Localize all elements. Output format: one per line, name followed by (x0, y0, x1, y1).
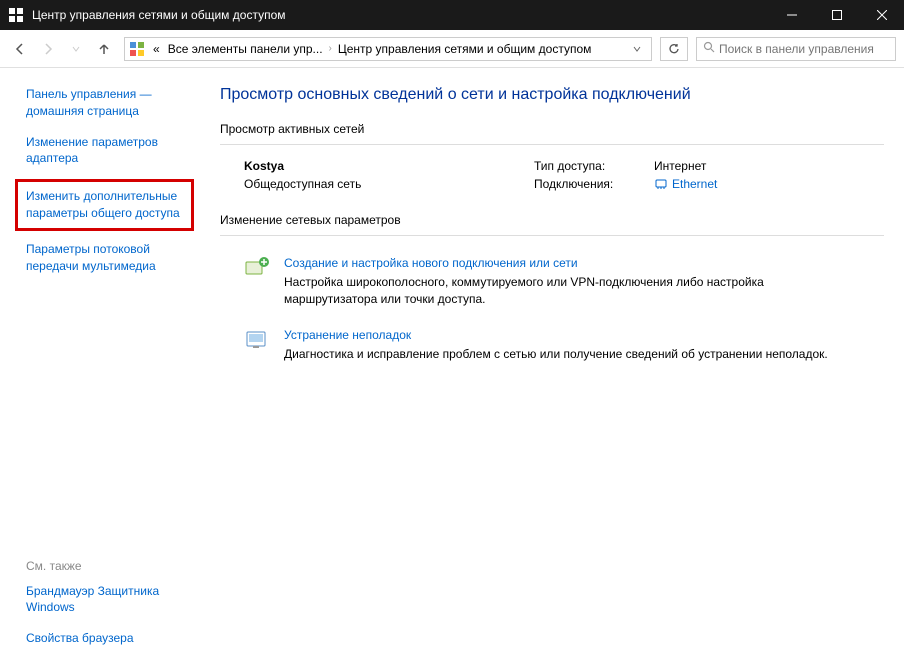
refresh-button[interactable] (660, 37, 688, 61)
action-troubleshoot: Устранение неполадок Диагностика и испра… (220, 322, 884, 377)
page-title: Просмотр основных сведений о сети и наст… (220, 86, 884, 104)
breadcrumb-prefix[interactable]: « (149, 42, 164, 56)
search-icon (703, 41, 715, 56)
window-title: Центр управления сетями и общим доступом (32, 8, 769, 22)
connection-link-label: Ethernet (672, 177, 717, 191)
network-name: Kostya (244, 159, 534, 173)
breadcrumb-item-1[interactable]: Центр управления сетями и общим доступом (334, 42, 596, 56)
sidebar-link-adapter[interactable]: Изменение параметров адаптера (26, 134, 188, 168)
action-troubleshoot-desc: Диагностика и исправление проблем с сеть… (284, 346, 860, 363)
new-connection-icon (244, 256, 272, 280)
forward-button[interactable] (36, 37, 60, 61)
app-icon (8, 7, 24, 23)
action-new-connection-desc: Настройка широкополосного, коммутируемог… (284, 274, 860, 308)
control-panel-icon (129, 41, 145, 57)
divider (220, 144, 884, 145)
connection-link[interactable]: Ethernet (654, 177, 717, 191)
search-box[interactable] (696, 37, 896, 61)
action-new-connection-link[interactable]: Создание и настройка нового подключения … (284, 256, 578, 270)
breadcrumb[interactable]: « Все элементы панели упр... › Центр упр… (124, 37, 652, 61)
minimize-button[interactable] (769, 0, 814, 30)
sidebar-link-browser[interactable]: Свойства браузера (26, 630, 188, 647)
action-troubleshoot-link[interactable]: Устранение неполадок (284, 328, 411, 342)
sidebar-link-sharing[interactable]: Изменить дополнительные параметры общего… (15, 179, 194, 231)
action-new-connection: Создание и настройка нового подключения … (220, 250, 884, 322)
troubleshoot-icon (244, 328, 272, 352)
search-input[interactable] (719, 42, 889, 56)
main-panel: Просмотр основных сведений о сети и наст… (200, 68, 904, 663)
see-also-label: См. также (26, 559, 188, 573)
access-type-value: Интернет (654, 159, 706, 173)
content: Панель управления — домашняя страница Из… (0, 68, 904, 663)
recent-dropdown[interactable] (64, 37, 88, 61)
sidebar-link-firewall[interactable]: Брандмауэр Защитника Windows (26, 583, 188, 617)
network-info: Kostya Общедоступная сеть Тип доступа: И… (220, 159, 884, 213)
connections-label: Подключения: (534, 177, 654, 191)
chevron-right-icon: › (327, 43, 334, 54)
change-settings-label: Изменение сетевых параметров (220, 213, 884, 227)
divider (220, 235, 884, 236)
breadcrumb-item-0[interactable]: Все элементы панели упр... (164, 42, 327, 56)
titlebar: Центр управления сетями и общим доступом (0, 0, 904, 30)
close-button[interactable] (859, 0, 904, 30)
back-button[interactable] (8, 37, 32, 61)
active-networks-label: Просмотр активных сетей (220, 122, 884, 136)
network-type: Общедоступная сеть (244, 177, 534, 191)
access-type-label: Тип доступа: (534, 159, 654, 173)
maximize-button[interactable] (814, 0, 859, 30)
up-button[interactable] (92, 37, 116, 61)
ethernet-icon (654, 177, 668, 191)
toolbar: « Все элементы панели упр... › Центр упр… (0, 30, 904, 68)
sidebar: Панель управления — домашняя страница Из… (0, 68, 200, 663)
sidebar-link-home[interactable]: Панель управления — домашняя страница (26, 86, 188, 120)
sidebar-link-streaming[interactable]: Параметры потоковой передачи мультимедиа (26, 241, 188, 275)
breadcrumb-dropdown-icon[interactable] (627, 42, 647, 56)
